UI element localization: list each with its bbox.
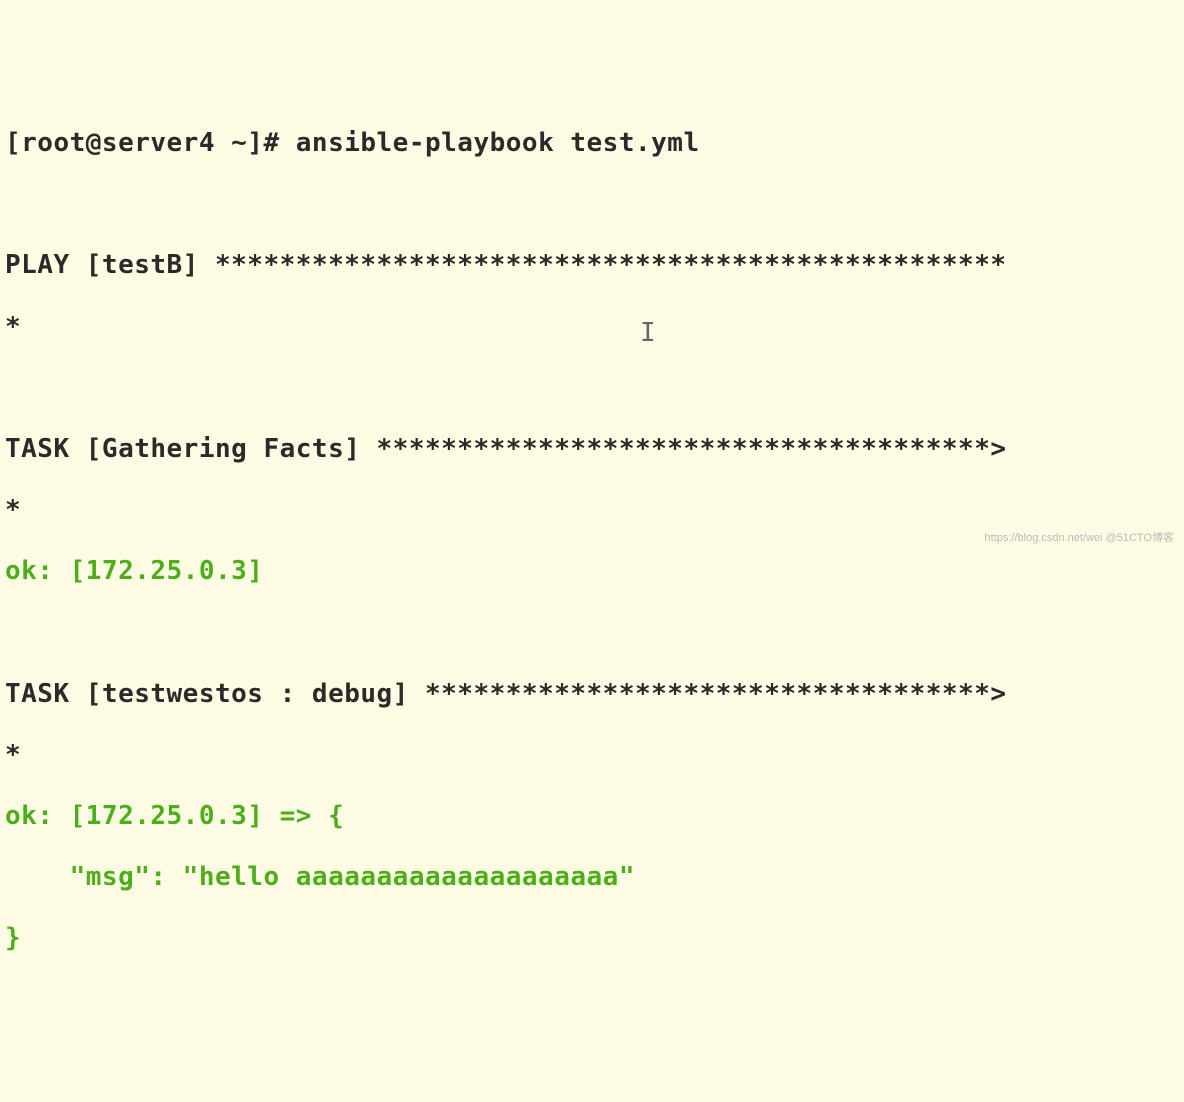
task-debug-header-cont: * (0, 740, 1184, 771)
text-cursor-icon: I (640, 318, 656, 348)
task-debug-header: TASK [testwestos : debug] **************… (0, 679, 1184, 710)
task-ok-host: ok: [172.25.0.3] (0, 556, 1184, 587)
blank-line (0, 373, 1184, 404)
terminal-line-command: [root@server4 ~]# ansible-playbook test.… (0, 128, 1184, 159)
play-header: PLAY [testB] ***************************… (0, 250, 1184, 281)
task-msg-value: "msg": "hello aaaaaaaaaaaaaaaaaaaa" (0, 862, 1184, 893)
typed-command: ansible-playbook test.yml (296, 128, 700, 158)
task-close-brace: } (0, 923, 1184, 954)
blank-line (0, 189, 1184, 220)
blank-line (0, 618, 1184, 649)
shell-prompt: [root@server4 ~]# (5, 128, 296, 158)
task-gathering-facts-header-cont: * (0, 495, 1184, 526)
play-header-cont: * (0, 312, 1184, 343)
watermark-text: https://blog.csdn.net/wei @51CTO博客 (985, 529, 1175, 545)
task-gathering-facts-header: TASK [Gathering Facts] *****************… (0, 434, 1184, 465)
task-ok-open-brace: ok: [172.25.0.3] => { (0, 801, 1184, 832)
